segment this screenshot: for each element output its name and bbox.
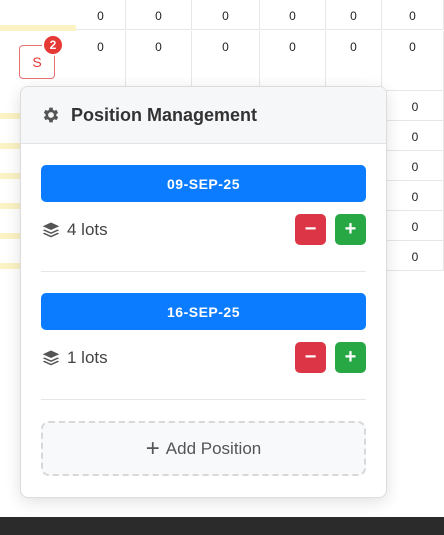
plus-icon: + [145, 434, 160, 462]
table-cell: 0 [326, 0, 382, 30]
table-cell: 0 [76, 0, 126, 30]
table-cell: 0 [387, 121, 444, 151]
layers-icon [42, 222, 60, 238]
lots-count: 1 lots [67, 348, 108, 367]
table-cell: 0 [260, 31, 326, 91]
row-highlight [0, 203, 20, 209]
page: 0 0 0 0 0 0 0 0 0 0 0 0 0 0 0 0 0 0 S 2 … [0, 0, 444, 535]
table-cell: 0 [126, 0, 192, 30]
table-cell: 0 [387, 211, 444, 241]
position-item: 16-SEP-25 1 lots − + [41, 293, 366, 386]
lots-count: 4 lots [67, 220, 108, 239]
row-highlight [0, 263, 20, 269]
divider [41, 399, 366, 400]
table-cell: 0 [387, 91, 444, 121]
lots-row: 1 lots − + [41, 330, 366, 386]
lots-row: 4 lots − + [41, 202, 366, 258]
row-highlight [0, 233, 20, 239]
table-row: 0 0 0 0 0 0 [0, 31, 444, 91]
decrease-lots-button[interactable]: − [295, 214, 326, 245]
table-cell: 0 [387, 241, 444, 271]
table-cell: 0 [192, 0, 260, 30]
row-highlight [0, 113, 20, 119]
popover-header: Position Management [21, 87, 386, 144]
add-position-button[interactable]: + Add Position [41, 421, 366, 476]
increase-lots-button[interactable]: + [335, 342, 366, 373]
position-date-bar: 16-SEP-25 [41, 293, 366, 330]
position-management-popover: Position Management 09-SEP-25 4 lots − +… [20, 86, 387, 498]
row-highlight [0, 143, 20, 149]
table-cell: 0 [126, 31, 192, 91]
bottom-bar [0, 517, 444, 535]
add-position-label: Add Position [165, 438, 262, 458]
table-cell: 0 [387, 181, 444, 211]
table-cell: 0 [387, 151, 444, 181]
table-cell: 0 [382, 31, 444, 91]
table-cell: 0 [382, 0, 444, 30]
row-highlight [0, 173, 20, 179]
layers-icon [42, 350, 60, 366]
decrease-lots-button[interactable]: − [295, 342, 326, 373]
table-cell: 0 [326, 31, 382, 91]
gear-icon [43, 107, 59, 123]
position-item: 09-SEP-25 4 lots − + [41, 165, 366, 258]
table-cell: 0 [260, 0, 326, 30]
increase-lots-button[interactable]: + [335, 214, 366, 245]
table-cell: 0 [192, 31, 260, 91]
divider [41, 271, 366, 272]
position-date-bar: 09-SEP-25 [41, 165, 366, 202]
notification-badge: 2 [42, 34, 64, 56]
popover-title: Position Management [71, 104, 258, 125]
table-cell: 0 [76, 31, 126, 91]
